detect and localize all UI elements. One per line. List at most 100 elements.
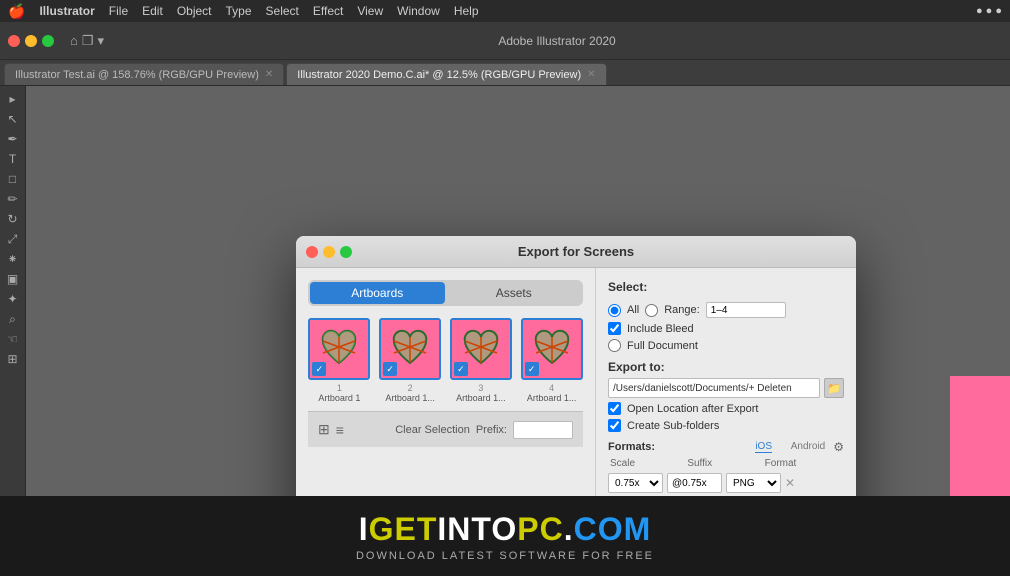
artboard-2[interactable]: ✓ 2 Artboard 1...	[379, 318, 442, 403]
toolbar: ⌂ ❐ ▾ Adobe Illustrator 2020	[0, 22, 1010, 60]
format-row-1: 0.75x 1x 2x 3x 4x PNG JPG SVG	[608, 473, 844, 493]
wm-com: COM	[574, 511, 652, 547]
all-radio-row: All Range:	[608, 302, 844, 318]
wm-get: GET	[369, 511, 438, 547]
arrange-icon[interactable]: ❐	[82, 33, 94, 49]
home-icon[interactable]: ⌂	[70, 33, 78, 48]
minimize-button[interactable]	[25, 35, 37, 47]
traffic-lights	[8, 35, 54, 47]
tab-1[interactable]: Illustrator 2020 Demo.C.ai* @ 12.5% (RGB…	[286, 63, 606, 85]
list-view-icon[interactable]: ≡	[336, 422, 344, 438]
selection-tool[interactable]: ▸	[3, 90, 23, 108]
apple-menu[interactable]: 🍎	[8, 3, 25, 20]
suffix-input-1[interactable]	[667, 473, 722, 493]
menu-object[interactable]: Object	[177, 4, 212, 18]
artboard-4-label: 4 Artboard 1...	[520, 383, 583, 403]
menu-file[interactable]: File	[109, 4, 128, 18]
remove-format-1-button[interactable]: ✕	[785, 477, 795, 489]
wm-pc: PC	[517, 511, 563, 547]
formats-header: Formats: iOS Android ⚙	[608, 440, 844, 454]
dialog-minimize[interactable]	[323, 246, 335, 258]
open-after-label: Open Location after Export	[627, 403, 758, 415]
artboard-3-check: ✓	[454, 362, 468, 376]
scale-tool[interactable]: ⤢	[3, 230, 23, 248]
format-col-header: Format	[765, 458, 842, 469]
export-path-display: /Users/danielscott/Documents/+ Deleten	[608, 378, 820, 398]
create-subfolders-row: Create Sub-folders	[608, 419, 844, 432]
watermark-logo: IGETINTOPC.COM	[359, 511, 652, 548]
shape-tool[interactable]: □	[3, 170, 23, 188]
blend-tool[interactable]: ⁕	[3, 250, 23, 268]
brush-tool[interactable]: ✏	[3, 190, 23, 208]
tab-0-close[interactable]: ✕	[265, 69, 273, 80]
menu-window[interactable]: Window	[397, 4, 440, 18]
close-button[interactable]	[8, 35, 20, 47]
artboard-4-check: ✓	[525, 362, 539, 376]
wm-i: I	[359, 511, 369, 547]
artboard-3-thumb[interactable]: ✓	[450, 318, 512, 380]
menu-illustrator[interactable]: Illustrator	[39, 4, 94, 18]
dialog-close[interactable]	[306, 246, 318, 258]
select-label: Select:	[608, 280, 844, 294]
artboard-2-label: 2 Artboard 1...	[379, 383, 442, 403]
clear-selection-button[interactable]: Clear Selection	[395, 424, 470, 436]
artboard-1-check: ✓	[312, 362, 326, 376]
artboard-4-thumb[interactable]: ✓	[521, 318, 583, 380]
path-row: /Users/danielscott/Documents/+ Deleten 📁	[608, 378, 844, 398]
direct-select-tool[interactable]: ↖	[3, 110, 23, 128]
include-bleed-checkbox[interactable]	[608, 322, 621, 335]
menu-help[interactable]: Help	[454, 4, 479, 18]
dialog-zoom[interactable]	[340, 246, 352, 258]
platform-tabs: iOS Android	[755, 441, 825, 453]
formats-columns: Scale Suffix Format	[608, 458, 844, 469]
watermark-subtitle: Download Latest Software for Free	[356, 550, 654, 562]
include-bleed-row: Include Bleed	[608, 322, 844, 335]
prefix-input[interactable]	[513, 421, 573, 439]
browse-folder-button[interactable]: 📁	[824, 378, 844, 398]
artboard-4[interactable]: ✓ 4 Artboard 1...	[520, 318, 583, 403]
artboard-tool[interactable]: ⊞	[3, 350, 23, 368]
eyedropper-tool[interactable]: ✦	[3, 290, 23, 308]
full-document-radio[interactable]	[608, 339, 621, 352]
create-subfolders-checkbox[interactable]	[608, 419, 621, 432]
assets-tab[interactable]: Assets	[447, 282, 582, 304]
hand-tool[interactable]: ☜	[3, 330, 23, 348]
format-select-1[interactable]: PNG JPG SVG PDF	[726, 473, 781, 493]
pink-background-element	[950, 376, 1010, 496]
artboard-3-label: 3 Artboard 1...	[450, 383, 513, 403]
pen-tool[interactable]: ✒	[3, 130, 23, 148]
wm-into: INTO	[437, 511, 517, 547]
watermark-banner: IGETINTOPC.COM Download Latest Software …	[0, 496, 1010, 576]
range-radio-label: Range:	[664, 304, 699, 316]
grid-view-icon[interactable]: ⊞	[318, 421, 330, 438]
range-radio[interactable]	[645, 304, 658, 317]
type-tool[interactable]: T	[3, 150, 23, 168]
formats-gear-icon[interactable]: ⚙	[833, 440, 844, 454]
maximize-button[interactable]	[42, 35, 54, 47]
artboard-3[interactable]: ✓ 3 Artboard 1...	[450, 318, 513, 403]
window-title: Adobe Illustrator 2020	[498, 34, 615, 48]
menu-view[interactable]: View	[357, 4, 383, 18]
all-radio[interactable]	[608, 304, 621, 317]
open-after-checkbox[interactable]	[608, 402, 621, 415]
zoom-tool[interactable]: ⌕	[3, 310, 23, 328]
menu-select[interactable]: Select	[266, 4, 299, 18]
menu-edit[interactable]: Edit	[142, 4, 163, 18]
ios-tab[interactable]: iOS	[755, 441, 772, 453]
menu-effect[interactable]: Effect	[313, 4, 343, 18]
tab-0[interactable]: Illustrator Test.ai @ 158.76% (RGB/GPU P…	[4, 63, 284, 85]
range-input[interactable]	[706, 302, 786, 318]
artboard-2-thumb[interactable]: ✓	[379, 318, 441, 380]
artboard-1-thumb[interactable]: ✓	[308, 318, 370, 380]
scale-select-1[interactable]: 0.75x 1x 2x 3x 4x	[608, 473, 663, 493]
android-tab[interactable]: Android	[791, 441, 825, 453]
dialog-bottom-toolbar: ⊞ ≡ Clear Selection Prefix:	[308, 411, 583, 447]
menu-bar: 🍎 Illustrator File Edit Object Type Sele…	[0, 0, 1010, 22]
dropdown-icon[interactable]: ▾	[98, 33, 105, 49]
rotate-tool[interactable]: ↻	[3, 210, 23, 228]
tab-1-close[interactable]: ✕	[587, 69, 595, 80]
gradient-tool[interactable]: ▣	[3, 270, 23, 288]
menu-type[interactable]: Type	[226, 4, 252, 18]
artboard-1[interactable]: ✓ 1 Artboard 1	[308, 318, 371, 403]
artboards-tab[interactable]: Artboards	[310, 282, 445, 304]
